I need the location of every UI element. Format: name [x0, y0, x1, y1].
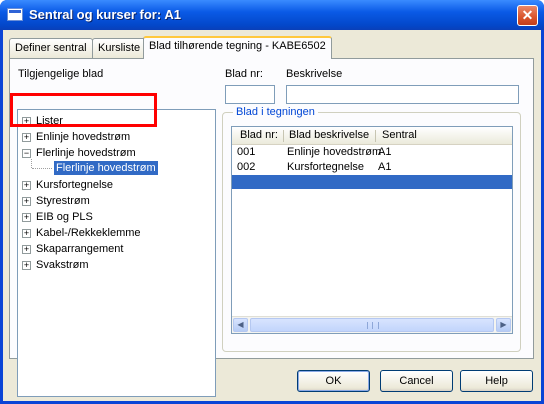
close-button[interactable]: ✕	[517, 5, 538, 26]
tab-kursliste[interactable]: Kursliste	[92, 38, 147, 58]
beskrivelse-field[interactable]	[286, 85, 519, 104]
annotation-highlight-box	[10, 93, 157, 127]
tree-item-svakstrom[interactable]: + Svakstrøm	[22, 259, 89, 275]
tree-item-styrestrom[interactable]: + Styrestrøm	[22, 195, 90, 211]
blad-nr-field[interactable]	[225, 85, 275, 104]
scroll-right-icon[interactable]: ▶	[496, 318, 511, 332]
grip-icon	[367, 322, 379, 329]
window-title: Sentral og kurser for: A1	[29, 7, 181, 22]
tab-definer-sentral[interactable]: Definer sentral	[9, 38, 93, 58]
dialog-client: Definer sentral Kursliste Blad tilhørend…	[3, 30, 541, 401]
expand-icon[interactable]: +	[22, 196, 31, 206]
column-header-blad-beskrivelse[interactable]: Blad beskrivelse	[289, 129, 369, 141]
column-header-blad-nr[interactable]: Blad nr:	[240, 129, 278, 141]
tree-connector	[31, 159, 33, 168]
blad-nr-label: Blad nr:	[225, 68, 263, 80]
expand-icon[interactable]: +	[22, 132, 31, 142]
column-divider[interactable]	[283, 130, 284, 142]
expand-icon[interactable]: +	[22, 244, 31, 254]
expand-icon[interactable]: +	[22, 180, 31, 190]
tree-connector	[32, 168, 52, 170]
horizontal-scrollbar[interactable]: ◀ ▶	[232, 316, 512, 333]
help-button[interactable]: Help	[460, 370, 533, 392]
scrollbar-thumb[interactable]	[250, 318, 494, 332]
tree-item-kabel-rekkeklemme[interactable]: + Kabel-/Rekkeklemme	[22, 227, 141, 243]
tree-item-skaparrangement[interactable]: + Skaparrangement	[22, 243, 123, 259]
tree-item-kursfortegnelse[interactable]: + Kursfortegnelse	[22, 179, 113, 195]
available-sheets-heading: Tilgjengelige blad	[18, 68, 104, 80]
dialog-window: Sentral og kurser for: A1 ✕ Definer sent…	[0, 0, 544, 404]
tab-blad-tilhorende-tegning[interactable]: Blad tilhørende tegning - KABE6502	[143, 36, 332, 59]
collapse-icon[interactable]: −	[22, 148, 31, 158]
tree-item-eib-og-pls[interactable]: + EIB og PLS	[22, 211, 93, 227]
expand-icon[interactable]: +	[22, 228, 31, 238]
beskrivelse-label: Beskrivelse	[286, 68, 343, 80]
title-bar[interactable]: Sentral og kurser for: A1 ✕	[0, 0, 544, 30]
sheets-list[interactable]: Blad nr: Blad beskrivelse Sentral 001 En…	[231, 126, 513, 334]
tree-item-flerlinje-hovedstrom-sheet[interactable]: Flerlinje hovedstrøm	[54, 161, 158, 178]
list-header: Blad nr: Blad beskrivelse Sentral	[232, 127, 512, 145]
expand-icon[interactable]: +	[22, 212, 31, 222]
sheet-tree[interactable]: + Lister + Enlinje hovedstrøm − Flerlinje h…	[17, 109, 216, 397]
column-divider[interactable]	[375, 130, 376, 142]
scroll-left-icon[interactable]: ◀	[233, 318, 248, 332]
list-row-selected-empty[interactable]	[232, 175, 512, 189]
column-header-sentral[interactable]: Sentral	[382, 129, 417, 141]
list-row[interactable]: 001 Enlinje hovedstrøm A1	[232, 145, 512, 159]
tree-item-enlinje-hovedstrom[interactable]: + Enlinje hovedstrøm	[22, 131, 130, 147]
expand-icon[interactable]: +	[22, 260, 31, 270]
window-icon	[7, 8, 23, 21]
sheets-in-drawing-title: Blad i tegningen	[233, 106, 318, 118]
list-row[interactable]: 002 Kursfortegnelse A1	[232, 160, 512, 174]
cancel-button[interactable]: Cancel	[380, 370, 453, 392]
ok-button[interactable]: OK	[297, 370, 370, 392]
